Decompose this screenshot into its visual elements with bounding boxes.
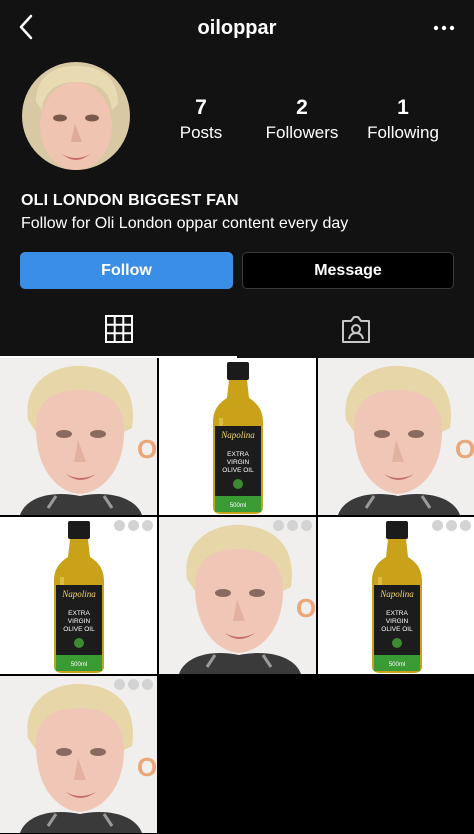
followers-count-value: 2 bbox=[296, 96, 308, 119]
tab-tagged[interactable] bbox=[237, 300, 474, 358]
image-overlay-icons bbox=[273, 520, 312, 531]
followers-count-label: Followers bbox=[265, 123, 339, 142]
posts-count[interactable]: 7 Posts bbox=[146, 96, 256, 143]
followers-count[interactable]: 2 Followers bbox=[247, 96, 357, 143]
following-count[interactable]: 1 Following bbox=[348, 96, 458, 143]
more-horizontal-icon bbox=[433, 25, 455, 31]
grid-icon bbox=[104, 315, 133, 343]
more-options-button[interactable] bbox=[430, 14, 458, 42]
message-button[interactable]: Message bbox=[242, 252, 454, 289]
post-thumbnail-2[interactable] bbox=[159, 358, 316, 515]
image-overlay-icons bbox=[432, 520, 471, 531]
profile-tabs bbox=[0, 300, 474, 358]
profile-bio: Follow for Oli London oppar content ever… bbox=[21, 215, 349, 232]
profile-section: 7 Posts 2 Followers 1 Following OLI LOND… bbox=[0, 56, 474, 358]
avatar[interactable] bbox=[22, 62, 130, 170]
post-thumbnail-1[interactable] bbox=[0, 358, 157, 515]
top-bar: oiloppar bbox=[0, 0, 474, 56]
image-overlay-icons bbox=[114, 520, 153, 531]
post-thumbnail-7[interactable] bbox=[0, 676, 157, 833]
post-thumbnail-6[interactable] bbox=[318, 517, 474, 674]
post-thumbnail-4[interactable] bbox=[0, 517, 157, 674]
following-count-value: 1 bbox=[397, 96, 409, 119]
post-thumbnail-5[interactable] bbox=[159, 517, 316, 674]
image-overlay-icons bbox=[114, 679, 153, 690]
following-count-label: Following bbox=[367, 123, 439, 142]
follow-button[interactable]: Follow bbox=[20, 252, 233, 289]
tab-posts-grid[interactable] bbox=[0, 300, 237, 358]
profile-display-name: OLI LONDON BIGGEST FAN bbox=[21, 192, 239, 209]
post-thumbnail-3[interactable] bbox=[318, 358, 474, 515]
tagged-icon bbox=[341, 316, 370, 343]
posts-count-label: Posts bbox=[179, 123, 223, 142]
profile-username: oiloppar bbox=[197, 17, 277, 39]
posts-count-value: 7 bbox=[195, 96, 207, 119]
